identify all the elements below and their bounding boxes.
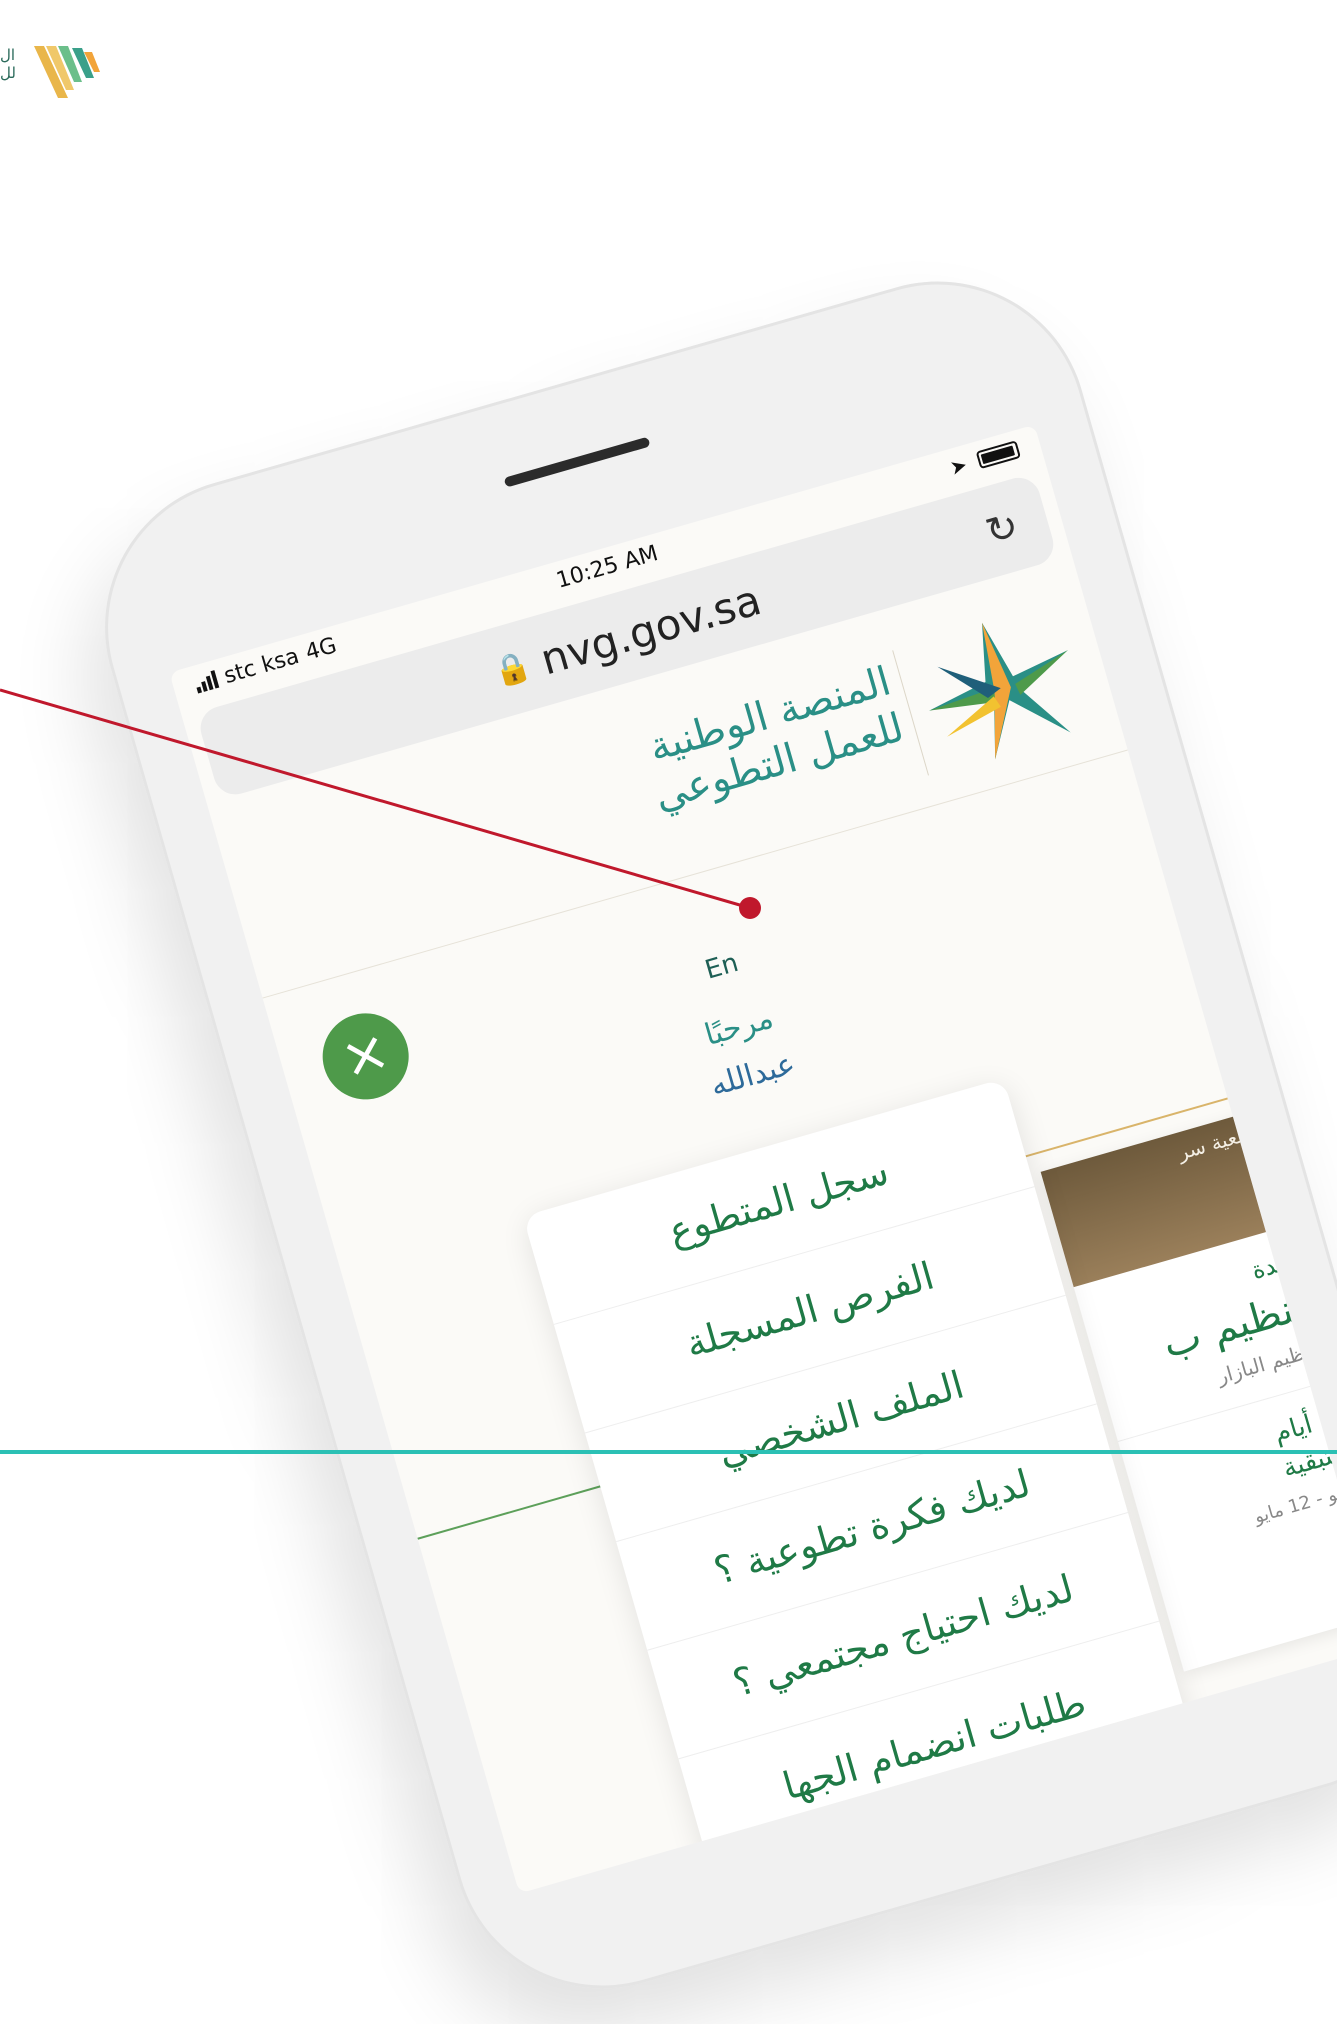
reload-icon[interactable]: ↻ [981,503,1024,554]
brand-corner-logo-icon [34,46,100,98]
lock-icon: 🔒 [489,646,536,691]
brand-corner-text: ال لل [0,46,16,82]
bottom-accent-band [0,1450,1337,1454]
site-logo-icon [929,622,1071,760]
phone-frame: stc ksa 4G 10:25 AM ➤ 🔒 nvg.gov.sa ↻ الم… [69,246,1337,2024]
phone-speaker [503,436,651,488]
green-divider [417,1485,601,1540]
site-name: المنصة الوطنية للعمل التطوعي [643,658,909,820]
phone-screen: stc ksa 4G 10:25 AM ➤ 🔒 nvg.gov.sa ↻ الم… [169,424,1337,1894]
